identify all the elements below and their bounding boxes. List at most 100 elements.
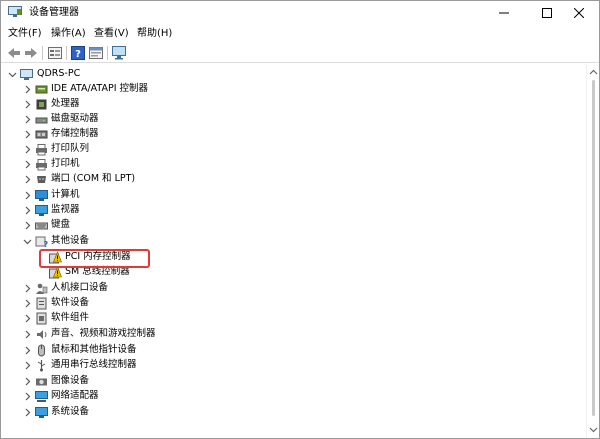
vertical-scrollbar[interactable] xyxy=(586,64,599,438)
chevron-down-icon[interactable] xyxy=(23,237,32,246)
tree-item-hid[interactable]: 人机接口设备 xyxy=(1,281,586,296)
tree-item-monitor[interactable]: 监视器 xyxy=(1,203,586,218)
software-device-icon xyxy=(36,297,47,310)
tree-item-software-device[interactable]: 软件设备 xyxy=(1,296,586,311)
menu-view[interactable]: 查看(V) xyxy=(94,27,129,40)
usb-icon xyxy=(37,360,46,372)
chevron-right-icon[interactable] xyxy=(23,130,32,139)
tree-item-disk[interactable]: 磁盘驱动器 xyxy=(1,112,586,127)
tree-item-label: 鼠标和其他指针设备 xyxy=(51,344,137,355)
tree-item-label: IDE ATA/ATAPI 控制器 xyxy=(51,83,149,94)
device-manager-app-icon xyxy=(8,6,22,17)
chevron-right-icon[interactable] xyxy=(23,145,32,154)
chevron-right-icon[interactable] xyxy=(23,284,32,293)
tree-item-other-devices[interactable]: ? 其他设备 xyxy=(1,234,586,249)
chevron-right-icon[interactable] xyxy=(23,361,32,370)
tree-item-print-queue[interactable]: 打印队列 xyxy=(1,142,586,157)
close-button[interactable] xyxy=(557,1,600,25)
tree-item-mouse[interactable]: 鼠标和其他指针设备 xyxy=(1,343,586,358)
maximize-icon xyxy=(542,8,552,18)
properties-icon[interactable] xyxy=(88,45,104,61)
chevron-right-icon[interactable] xyxy=(23,100,32,109)
computer-root-icon xyxy=(20,69,33,80)
chevron-right-icon[interactable] xyxy=(23,314,32,323)
tree-item-ide[interactable]: IDE ATA/ATAPI 控制器 xyxy=(1,82,586,97)
chevron-right-icon[interactable] xyxy=(23,85,32,94)
tree-item-ports[interactable]: 端口 (COM 和 LPT) xyxy=(1,172,586,187)
window-title: 设备管理器 xyxy=(29,7,79,18)
tree-item-label: 其他设备 xyxy=(51,235,90,246)
tree-item-software-component[interactable]: 软件组件 xyxy=(1,311,586,326)
monitor-scan-icon[interactable] xyxy=(111,45,127,61)
chevron-down-icon[interactable] xyxy=(8,70,17,79)
toolbar-separator xyxy=(66,46,67,60)
tree-item-imaging[interactable]: 图像设备 xyxy=(1,374,586,389)
minimize-button[interactable] xyxy=(482,1,526,25)
forward-icon[interactable] xyxy=(23,45,39,61)
tree-item-storage[interactable]: 存储控制器 xyxy=(1,127,586,142)
tree-item-label: 系统设备 xyxy=(51,406,90,417)
processor-icon xyxy=(36,99,47,110)
toolbar-separator xyxy=(42,46,43,60)
storage-controller-icon xyxy=(35,130,48,139)
menu-help[interactable]: 帮助(H) xyxy=(137,27,172,40)
close-icon xyxy=(574,8,584,18)
system-device-icon xyxy=(35,407,48,418)
toolbar-separator xyxy=(107,46,108,60)
software-component-icon xyxy=(36,312,47,325)
chevron-right-icon[interactable] xyxy=(23,346,32,355)
disk-drive-icon xyxy=(35,117,48,124)
camera-icon xyxy=(36,378,47,386)
monitor-icon xyxy=(35,205,48,216)
help-icon[interactable]: ? xyxy=(70,45,86,61)
tree-item-system[interactable]: 系统设备 xyxy=(1,405,586,420)
tree-item-label: 声音、视频和游戏控制器 xyxy=(51,328,156,339)
tree-item-keyboard[interactable]: 键盘 xyxy=(1,218,586,233)
device-view-icon[interactable] xyxy=(47,45,63,61)
tree-item-printer[interactable]: 打印机 xyxy=(1,157,586,172)
svg-text:?: ? xyxy=(44,240,49,248)
tree-item-label: 软件设备 xyxy=(51,297,90,308)
chevron-right-icon[interactable] xyxy=(23,160,32,169)
chevron-right-icon[interactable] xyxy=(23,115,32,124)
minimize-icon xyxy=(499,12,509,14)
tree-item-label: 软件组件 xyxy=(51,312,90,323)
tree-root[interactable]: QDRS-PC xyxy=(1,67,586,82)
tree-item-label: 计算机 xyxy=(51,189,80,200)
tree-item-label: 监视器 xyxy=(51,204,80,215)
title-bar[interactable]: 设备管理器 xyxy=(1,1,599,25)
tree-item-usb[interactable]: 通用串行总线控制器 xyxy=(1,358,586,373)
chevron-right-icon[interactable] xyxy=(23,191,32,200)
tree-item-computer[interactable]: 计算机 xyxy=(1,188,586,203)
menu-bar: 文件(F) 操作(A) 查看(V) 帮助(H) xyxy=(1,25,599,43)
tree-item-label: 通用串行总线控制器 xyxy=(51,359,137,370)
chevron-right-icon[interactable] xyxy=(23,221,32,230)
keyboard-icon xyxy=(35,222,48,230)
back-icon[interactable] xyxy=(6,45,22,61)
tree-item-label: 键盘 xyxy=(51,219,71,230)
scroll-up-icon[interactable] xyxy=(589,68,598,77)
chevron-right-icon[interactable] xyxy=(23,377,32,386)
tree-item-label: 存储控制器 xyxy=(51,128,99,139)
tree-item-processor[interactable]: 处理器 xyxy=(1,97,586,112)
tree-item-label: 打印队列 xyxy=(51,143,90,154)
menu-action[interactable]: 操作(A) xyxy=(51,27,86,40)
chevron-right-icon[interactable] xyxy=(23,408,32,417)
scrollbar-thumb[interactable] xyxy=(592,80,595,416)
chevron-right-icon[interactable] xyxy=(23,392,32,401)
menu-file[interactable]: 文件(F) xyxy=(8,27,42,40)
tree-root-label: QDRS-PC xyxy=(37,68,81,79)
scroll-down-icon[interactable] xyxy=(589,425,598,434)
print-queue-icon xyxy=(36,144,47,156)
tree-item-label: 网络适配器 xyxy=(51,390,99,401)
chevron-right-icon[interactable] xyxy=(23,330,32,339)
other-devices-icon: ? xyxy=(35,236,49,248)
tree-item-sound[interactable]: 声音、视频和游戏控制器 xyxy=(1,327,586,342)
tree-item-network[interactable]: 网络适配器 xyxy=(1,389,586,404)
chevron-right-icon[interactable] xyxy=(23,299,32,308)
chevron-right-icon[interactable] xyxy=(23,175,32,184)
highlight-box xyxy=(39,249,150,268)
printer-icon xyxy=(36,159,47,171)
chevron-right-icon[interactable] xyxy=(23,206,32,215)
port-icon xyxy=(37,176,46,183)
